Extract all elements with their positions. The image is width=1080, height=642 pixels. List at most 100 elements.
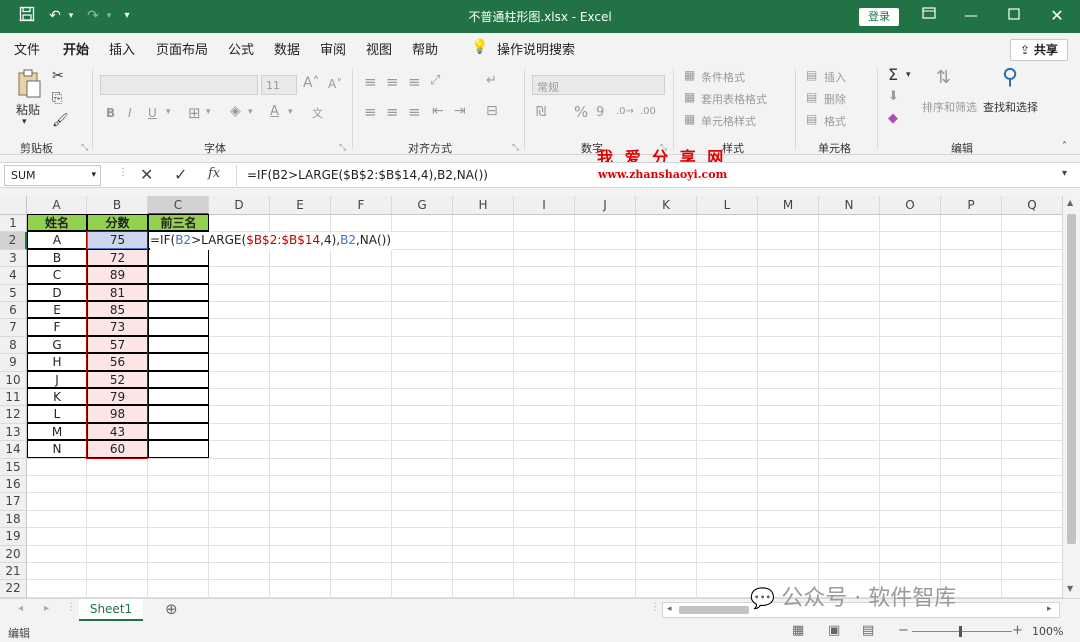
name-cell[interactable]: G <box>27 335 87 354</box>
login-button[interactable]: 登录 <box>859 8 899 26</box>
ribbon-display-icon[interactable] <box>918 6 940 26</box>
row-header-16[interactable]: 16 <box>0 476 27 494</box>
top3-cell[interactable] <box>148 335 209 354</box>
comma-style-icon[interactable]: 9 <box>596 105 604 120</box>
conditional-format-button[interactable]: 条件格式 <box>701 69 745 85</box>
column-header-e[interactable]: E <box>270 196 331 215</box>
page-break-view-icon[interactable]: ▤ <box>862 623 874 638</box>
fill-color-icon[interactable]: ◈ <box>230 103 241 119</box>
cell-styles-icon[interactable]: ▦ <box>684 112 695 126</box>
autosum-dropdown-icon[interactable]: ▾ <box>906 70 911 80</box>
select-all-corner[interactable] <box>0 196 27 215</box>
row-header-3[interactable]: 3 <box>0 249 27 268</box>
find-select-button[interactable]: 查找和选择 <box>983 99 1038 115</box>
expand-formula-bar-icon[interactable]: ▾ <box>1062 168 1067 179</box>
tell-me-search[interactable]: 操作说明搜索 <box>497 39 575 58</box>
italic-icon[interactable]: I <box>128 106 132 120</box>
row-header-9[interactable]: 9 <box>0 354 27 372</box>
increase-indent-icon[interactable]: ⇥ <box>454 103 466 119</box>
worksheet-grid[interactable]: ABCDEFGHIJKLMNOPQ 1 2 3 4 5 6 7 8 9 10 11 12 13 14 15 1… <box>0 196 1062 598</box>
share-button[interactable]: ⇪ 共享 <box>1010 39 1068 61</box>
name-cell[interactable]: H <box>27 353 87 371</box>
row-header-7[interactable]: 7 <box>0 319 27 337</box>
cell-styles-button[interactable]: 单元格样式 <box>701 113 756 129</box>
percent-icon[interactable]: % <box>574 103 588 121</box>
top3-cell[interactable] <box>148 353 209 371</box>
minimize-icon[interactable]: — <box>960 6 982 26</box>
normal-view-icon[interactable]: ▦ <box>792 623 804 638</box>
tab-data[interactable]: 数据 <box>274 39 300 58</box>
format-as-table-button[interactable]: 套用表格格式 <box>701 91 767 107</box>
underline-dropdown-icon[interactable]: ▾ <box>166 107 171 117</box>
tab-page-layout[interactable]: 页面布局 <box>156 39 208 58</box>
cell-edit-formula[interactable]: =IF(B2>LARGE($B$2:$B$14,4),B2,NA()) <box>150 232 394 250</box>
new-sheet-icon[interactable]: ⊕ <box>165 600 178 618</box>
clipboard-launcher-icon[interactable]: ⤡ <box>81 143 88 153</box>
format-table-icon[interactable]: ▦ <box>684 90 695 104</box>
row-header-19[interactable]: 19 <box>0 528 27 546</box>
row-header-14[interactable]: 14 <box>0 441 27 459</box>
font-color-icon[interactable]: A <box>270 104 279 119</box>
alignment-launcher-icon[interactable]: ⤡ <box>512 143 519 153</box>
tab-view[interactable]: 视图 <box>366 39 392 58</box>
header-cell-top3[interactable]: 前三名 <box>148 214 209 232</box>
row-header-21[interactable]: 21 <box>0 563 27 581</box>
zoom-slider-thumb[interactable] <box>959 626 962 637</box>
column-header-k[interactable]: K <box>636 196 697 215</box>
column-header-i[interactable]: I <box>514 196 575 215</box>
zoom-in-icon[interactable]: + <box>1012 623 1023 638</box>
name-cell[interactable]: K <box>27 388 87 406</box>
format-cells-icon[interactable]: ▤ <box>806 112 817 126</box>
autosum-icon[interactable]: Σ <box>888 65 898 84</box>
align-middle-icon[interactable]: ≡ <box>386 73 399 91</box>
align-right-icon[interactable]: ≡ <box>408 103 421 121</box>
column-header-n[interactable]: N <box>819 196 880 215</box>
font-launcher-icon[interactable]: ⤡ <box>339 143 346 153</box>
top3-cell[interactable] <box>148 301 209 319</box>
top3-cell[interactable] <box>148 370 209 388</box>
tab-insert[interactable]: 插入 <box>109 39 135 58</box>
increase-font-icon[interactable]: A˄ <box>303 75 320 91</box>
header-cell-score[interactable]: 分数 <box>87 214 148 232</box>
borders-dropdown-icon[interactable]: ▾ <box>206 107 211 117</box>
insert-cells-button[interactable]: 插入 <box>824 69 846 85</box>
accounting-format-icon[interactable]: ₪ <box>536 105 546 120</box>
paste-label[interactable]: 粘贴 <box>16 101 40 118</box>
decrease-indent-icon[interactable]: ⇤ <box>432 103 444 119</box>
number-format-dropdown[interactable]: 常规 <box>532 75 665 95</box>
paste-icon[interactable] <box>16 69 42 99</box>
clear-icon[interactable]: ◆ <box>888 111 898 126</box>
horizontal-scroll-thumb[interactable] <box>679 606 749 614</box>
prev-sheet-icon[interactable]: ◂ <box>18 603 23 614</box>
name-box-dropdown-icon[interactable]: ▾ <box>91 166 96 185</box>
name-cell[interactable]: D <box>27 283 87 301</box>
column-header-p[interactable]: P <box>941 196 1002 215</box>
cancel-entry-icon[interactable]: ✕ <box>140 165 153 184</box>
wrap-text-icon[interactable]: ↵ <box>486 73 497 88</box>
vertical-scroll-thumb[interactable] <box>1067 214 1076 544</box>
bold-icon[interactable]: B <box>106 106 115 120</box>
zoom-slider[interactable] <box>912 631 1012 632</box>
sheet-menu-icon[interactable]: ⋮ <box>66 602 76 613</box>
cut-icon[interactable]: ✂ <box>52 68 64 84</box>
align-center-icon[interactable]: ≡ <box>386 103 399 121</box>
copy-icon[interactable]: ⎘ <box>52 91 62 106</box>
tab-file[interactable]: 文件 <box>14 39 40 58</box>
sort-filter-icon[interactable]: ⇅ <box>936 67 951 88</box>
name-cell[interactable]: E <box>27 301 87 319</box>
insert-function-icon[interactable]: fx <box>208 166 220 181</box>
row-header-11[interactable]: 11 <box>0 389 27 407</box>
sort-filter-button[interactable]: 排序和筛选 <box>922 99 977 115</box>
top3-cell[interactable] <box>148 318 209 336</box>
name-cell[interactable]: A <box>27 231 87 249</box>
column-header-o[interactable]: O <box>880 196 941 215</box>
format-cells-button[interactable]: 格式 <box>824 113 846 129</box>
top3-cell[interactable] <box>148 248 209 267</box>
top3-cell[interactable] <box>148 266 209 284</box>
header-cell-name[interactable]: 姓名 <box>27 214 87 232</box>
next-sheet-icon[interactable]: ▸ <box>44 603 49 614</box>
tab-split-icon[interactable]: ⋮ <box>650 602 660 613</box>
column-header-a[interactable]: A <box>27 196 87 215</box>
name-cell[interactable]: N <box>27 440 87 458</box>
scroll-right-icon[interactable]: ▸ <box>1047 604 1052 614</box>
